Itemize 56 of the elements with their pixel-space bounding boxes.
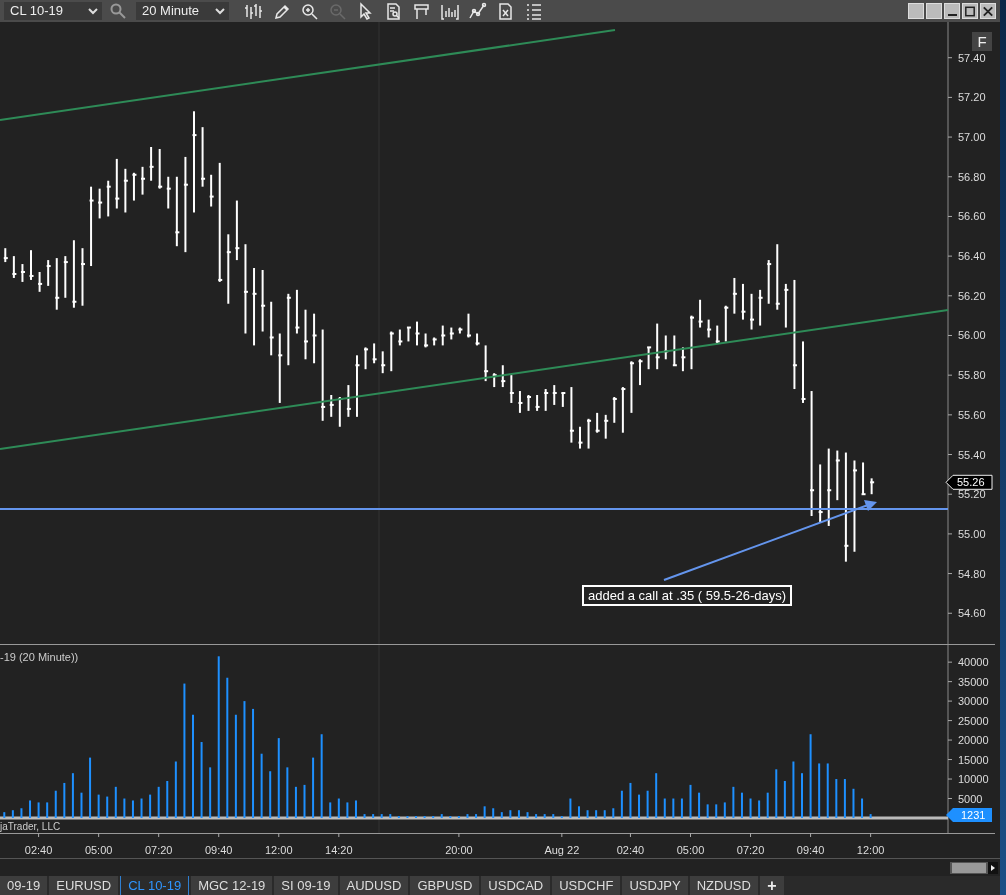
price-badge: 55.26 bbox=[945, 474, 993, 490]
axis-label: 56.00 bbox=[958, 329, 986, 342]
axis-label: 55.00 bbox=[958, 527, 986, 540]
axis-label: 54.60 bbox=[958, 607, 986, 620]
axis-label: Aug 22 bbox=[544, 844, 580, 856]
interval-dropdown[interactable]: 20 Minute bbox=[136, 2, 229, 20]
add-tab-button[interactable]: + bbox=[759, 876, 784, 895]
axis-label: 55.60 bbox=[958, 408, 986, 421]
axis-label: 02:40 bbox=[24, 844, 53, 856]
note-label: added a call at .35 ( 59.5-26-days) bbox=[582, 585, 792, 606]
axis-label: 55.40 bbox=[958, 448, 986, 461]
tab[interactable]: 09-19 bbox=[0, 876, 48, 895]
axis-label: 40000 bbox=[958, 656, 989, 669]
axis-label: 55.20 bbox=[958, 488, 986, 501]
tab[interactable]: NZDUSD bbox=[689, 876, 758, 895]
axis-label: 57.40 bbox=[958, 51, 986, 64]
axis-label: 30000 bbox=[958, 695, 989, 708]
panel-title: -19 (20 Minute)) bbox=[0, 651, 79, 663]
tab[interactable]: USDCAD bbox=[481, 876, 551, 895]
axis-label: 05:00 bbox=[676, 844, 705, 856]
axis-label: 02:40 bbox=[616, 844, 645, 856]
axis-label: 09:40 bbox=[204, 844, 233, 856]
axis-label: 56.40 bbox=[958, 250, 986, 263]
axis-label: 12:00 bbox=[856, 844, 885, 856]
axis-label: 12:00 bbox=[265, 844, 293, 856]
tab[interactable]: AUDUSD bbox=[339, 876, 409, 895]
tab[interactable]: USDCHF bbox=[552, 876, 621, 895]
axis-label: 05:00 bbox=[84, 844, 113, 856]
axis-label: 35000 bbox=[958, 675, 989, 688]
f-button[interactable]: F bbox=[972, 32, 992, 51]
axis-label: 5000 bbox=[958, 792, 983, 805]
tab[interactable]: SI 09-19 bbox=[274, 876, 338, 895]
tab[interactable]: EURUSD bbox=[49, 876, 119, 895]
axis-label: 25000 bbox=[958, 714, 989, 727]
axis-label: 07:20 bbox=[144, 844, 173, 856]
instrument-dropdown[interactable]: CL 10-19 bbox=[4, 2, 102, 20]
axis-label: 14:20 bbox=[325, 844, 353, 856]
tab[interactable]: CL 10-19 bbox=[120, 876, 190, 895]
tab[interactable]: USDJPY bbox=[622, 876, 688, 895]
axis-label: 56.80 bbox=[958, 170, 986, 183]
axis-label: 20000 bbox=[958, 734, 989, 747]
axis-label: 57.20 bbox=[958, 91, 986, 104]
axis-label: 55.80 bbox=[958, 369, 986, 382]
axis-label: 15000 bbox=[958, 753, 989, 766]
axis-label: 57.00 bbox=[958, 131, 986, 144]
tab[interactable]: MGC 12-19 bbox=[191, 876, 273, 895]
axis-label: 10000 bbox=[958, 773, 989, 786]
axis-label: 56.20 bbox=[958, 289, 986, 302]
axis-label: 09:40 bbox=[796, 844, 825, 856]
tab[interactable]: GBPUSD bbox=[410, 876, 480, 895]
credit-text: jaTrader, LLC bbox=[0, 821, 61, 832]
axis-label: 20:00 bbox=[445, 844, 473, 856]
volume-badge: 1231 bbox=[946, 808, 992, 822]
axis-label: 07:20 bbox=[736, 844, 765, 856]
axis-label: 54.80 bbox=[958, 567, 986, 580]
axis-label: 56.60 bbox=[958, 210, 986, 223]
